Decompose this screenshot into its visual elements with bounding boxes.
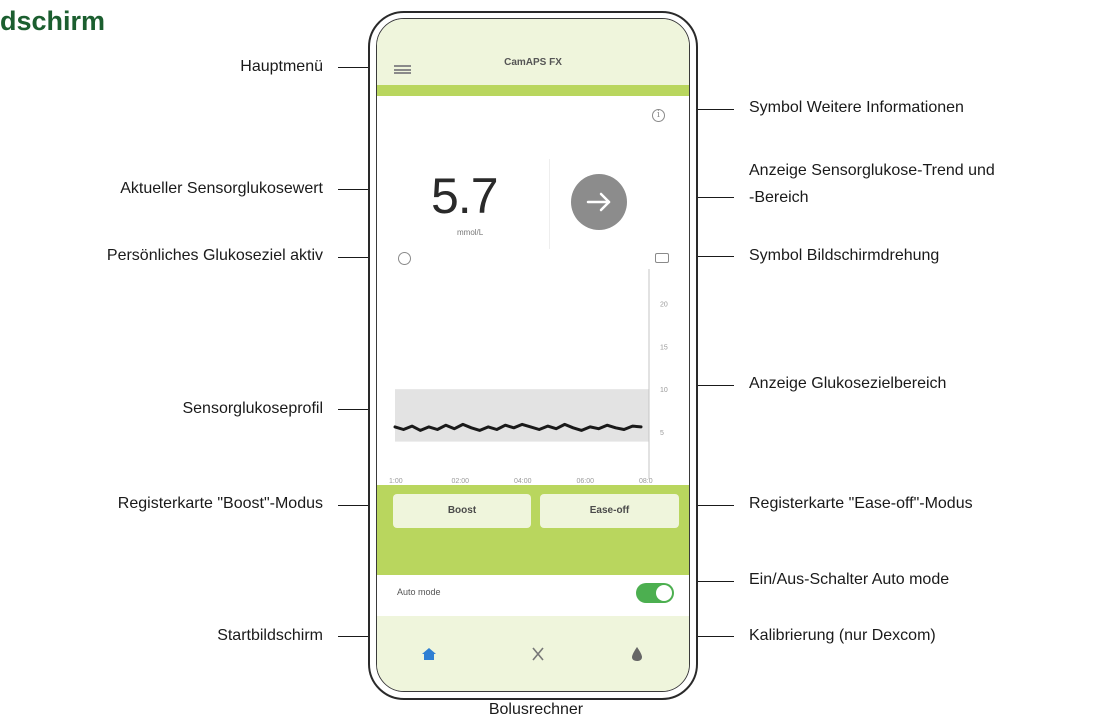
callout-trend-line1: Anzeige Sensorglukose-Trend und [749,162,995,179]
callout-bolus: Bolusrechner [488,701,584,718]
calibration-drop-icon[interactable] [629,646,645,662]
auto-mode-label: Auto mode [397,587,441,597]
panel-divider [549,159,550,249]
screen-rotation-icon[interactable] [655,253,669,263]
boost-tab[interactable]: Boost [393,494,531,528]
callout-current-value: Aktueller Sensorglukosewert [120,180,323,197]
y-tick-label: 5 [660,430,664,437]
auto-mode-row: Auto mode [377,575,689,612]
current-glucose-value: 5.7 [431,168,499,224]
mode-tab-area: Boost Ease-off [377,485,689,575]
x-tick-label: 1:00 [389,478,403,485]
bottom-nav [377,616,689,691]
callout-boost-tab: Registerkarte "Boost"-Modus [117,495,323,512]
sensor-glucose-chart: 20 15 10 5 1:00 02:00 04:00 06:00 08:0 [389,269,668,485]
callout-target-range: Anzeige Glukosezielbereich [749,375,947,392]
callout-hauptmenu: Hauptmenü [240,58,323,75]
callout-home: Startbildschirm [217,627,323,644]
callout-easeoff-tab: Registerkarte "Ease-off"-Modus [749,495,973,512]
callout-trend-line2: -Bereich [749,189,809,206]
callout-info: Symbol Weitere Informationen [749,99,964,116]
phone-screen: CamAPS FX i 5.7 mmol/L 20 15 10 5 1:00 02:00… [376,18,690,692]
x-tick-label: 08:0 [639,478,653,485]
y-tick-label: 15 [660,344,668,351]
x-tick-label: 04:00 [514,478,532,485]
callout-personal-target: Persönliches Glukoseziel aktiv [106,247,323,264]
glucose-unit: mmol/L [457,228,484,237]
ease-off-tab[interactable]: Ease-off [540,494,679,528]
y-tick-label: 20 [660,301,668,308]
personal-target-icon [398,252,411,265]
target-range-band [395,389,649,442]
arrow-right-icon [586,192,611,212]
callout-auto-switch: Ein/Aus-Schalter Auto mode [749,571,950,588]
app-bar: CamAPS FX [377,19,689,85]
toggle-knob [656,585,672,601]
x-tick-label: 06:00 [577,478,595,485]
x-tick-label: 02:00 [452,478,470,485]
app-title: CamAPS FX [504,57,562,68]
trend-indicator[interactable] [571,174,627,230]
info-icon[interactable]: i [652,109,665,122]
callout-rotation: Symbol Bildschirmdrehung [749,247,940,264]
auto-mode-toggle[interactable] [636,583,674,603]
callout-calibration: Kalibrierung (nur Dexcom) [749,627,936,644]
page-heading: dschirm [0,6,106,36]
home-icon[interactable] [421,646,437,662]
y-tick-label: 10 [660,387,668,394]
app-bar-stripe [377,85,689,96]
callout-profile: Sensorglukoseprofil [182,400,323,417]
bolus-calculator-icon[interactable] [530,646,546,662]
